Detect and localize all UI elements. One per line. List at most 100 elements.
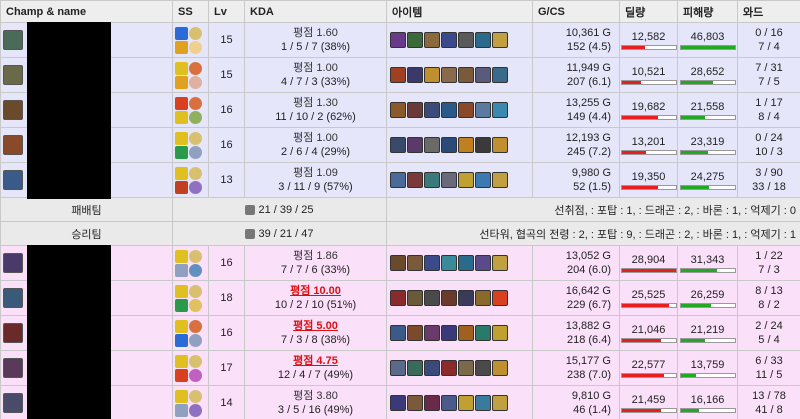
col-damage-taken-header[interactable]: 피해량 — [677, 0, 738, 23]
champion-cell[interactable] — [0, 280, 173, 317]
item-icon[interactable] — [407, 255, 423, 271]
champion-cell[interactable] — [0, 350, 173, 387]
item-icon[interactable] — [492, 360, 508, 376]
champion-cell[interactable] — [0, 22, 173, 59]
item-icon[interactable] — [441, 102, 457, 118]
item-icon[interactable] — [407, 325, 423, 341]
item-icon[interactable] — [424, 290, 440, 306]
champion-cell[interactable] — [0, 245, 173, 282]
col-wards-header[interactable]: 와드 — [737, 0, 800, 23]
item-icon[interactable] — [424, 395, 440, 411]
player-row[interactable]: 13 평점 1.09 3 / 11 / 9 (57%) 9,980 G 52 (1.5)… — [0, 162, 800, 199]
item-icon[interactable] — [390, 290, 406, 306]
item-icon[interactable] — [458, 32, 474, 48]
item-icon[interactable] — [441, 360, 457, 376]
champion-portrait-icon[interactable] — [3, 393, 23, 413]
item-icon[interactable] — [407, 395, 423, 411]
champion-portrait-icon[interactable] — [3, 135, 23, 155]
item-icon[interactable] — [475, 290, 491, 306]
item-icon[interactable] — [492, 67, 508, 83]
champion-cell[interactable] — [0, 385, 173, 419]
item-icon[interactable] — [458, 137, 474, 153]
item-icon[interactable] — [458, 290, 474, 306]
item-icon[interactable] — [475, 32, 491, 48]
col-gold-cs-header[interactable]: G/CS — [532, 0, 620, 23]
col-summoner-spells-header[interactable]: SS — [172, 0, 209, 23]
player-row[interactable]: 16 평점 5.00 7 / 3 / 8 (38%) 13,882 G 218 (6.4… — [0, 315, 800, 352]
item-icon[interactable] — [390, 395, 406, 411]
item-icon[interactable] — [424, 102, 440, 118]
item-icon[interactable] — [390, 255, 406, 271]
item-icon[interactable] — [390, 325, 406, 341]
item-icon[interactable] — [458, 172, 474, 188]
col-level-header[interactable]: Lv — [208, 0, 245, 23]
item-icon[interactable] — [390, 137, 406, 153]
champion-portrait-icon[interactable] — [3, 30, 23, 50]
player-row[interactable]: 16 평점 1.00 2 / 6 / 4 (29%) 12,193 G 245 (7.2… — [0, 127, 800, 164]
item-icon[interactable] — [390, 172, 406, 188]
player-row[interactable]: 16 평점 1.30 11 / 10 / 2 (62%) 13,255 G 149 (4… — [0, 92, 800, 129]
item-icon[interactable] — [407, 137, 423, 153]
item-icon[interactable] — [475, 360, 491, 376]
item-icon[interactable] — [424, 255, 440, 271]
col-damage-dealt-header[interactable]: 딜량 — [619, 0, 678, 23]
item-icon[interactable] — [390, 360, 406, 376]
player-row[interactable]: 17 평점 4.75 12 / 4 / 7 (49%) 15,177 G 238 (7.… — [0, 350, 800, 387]
champion-portrait-icon[interactable] — [3, 170, 23, 190]
item-icon[interactable] — [492, 290, 508, 306]
player-row[interactable]: 18 평점 10.00 10 / 2 / 10 (51%) 16,642 G 229 (… — [0, 280, 800, 317]
item-icon[interactable] — [441, 172, 457, 188]
item-icon[interactable] — [492, 102, 508, 118]
item-icon[interactable] — [458, 395, 474, 411]
item-icon[interactable] — [407, 360, 423, 376]
item-icon[interactable] — [458, 67, 474, 83]
champion-portrait-icon[interactable] — [3, 253, 23, 273]
item-icon[interactable] — [475, 102, 491, 118]
item-icon[interactable] — [475, 395, 491, 411]
item-icon[interactable] — [475, 255, 491, 271]
player-row[interactable]: 15 평점 1.00 4 / 7 / 3 (33%) 11,949 G 207 (6.1… — [0, 57, 800, 94]
champion-portrait-icon[interactable] — [3, 65, 23, 85]
col-champ-name-header[interactable]: Champ & name — [0, 0, 173, 23]
item-icon[interactable] — [492, 32, 508, 48]
item-icon[interactable] — [407, 172, 423, 188]
player-row[interactable]: 16 평점 1.86 7 / 7 / 6 (33%) 13,052 G 204 (6.0… — [0, 245, 800, 282]
item-icon[interactable] — [475, 137, 491, 153]
item-icon[interactable] — [492, 255, 508, 271]
champion-cell[interactable] — [0, 127, 173, 164]
item-icon[interactable] — [424, 67, 440, 83]
item-icon[interactable] — [475, 325, 491, 341]
item-icon[interactable] — [424, 360, 440, 376]
champion-cell[interactable] — [0, 92, 173, 129]
item-icon[interactable] — [390, 32, 406, 48]
kda-score[interactable]: 평점 5.00 — [245, 319, 386, 333]
champion-cell[interactable] — [0, 57, 173, 94]
item-icon[interactable] — [441, 255, 457, 271]
item-icon[interactable] — [458, 360, 474, 376]
item-icon[interactable] — [492, 325, 508, 341]
champion-portrait-icon[interactable] — [3, 358, 23, 378]
col-items-header[interactable]: 아이템 — [386, 0, 533, 23]
item-icon[interactable] — [441, 32, 457, 48]
item-icon[interactable] — [390, 67, 406, 83]
item-icon[interactable] — [441, 325, 457, 341]
item-icon[interactable] — [407, 67, 423, 83]
item-icon[interactable] — [492, 172, 508, 188]
item-icon[interactable] — [424, 137, 440, 153]
champion-portrait-icon[interactable] — [3, 323, 23, 343]
item-icon[interactable] — [475, 67, 491, 83]
item-icon[interactable] — [424, 172, 440, 188]
item-icon[interactable] — [458, 102, 474, 118]
item-icon[interactable] — [407, 32, 423, 48]
champion-cell[interactable] — [0, 162, 173, 199]
item-icon[interactable] — [441, 395, 457, 411]
item-icon[interactable] — [441, 290, 457, 306]
item-icon[interactable] — [475, 172, 491, 188]
item-icon[interactable] — [407, 102, 423, 118]
item-icon[interactable] — [441, 137, 457, 153]
item-icon[interactable] — [390, 102, 406, 118]
champion-portrait-icon[interactable] — [3, 100, 23, 120]
item-icon[interactable] — [407, 290, 423, 306]
item-icon[interactable] — [492, 395, 508, 411]
item-icon[interactable] — [441, 67, 457, 83]
